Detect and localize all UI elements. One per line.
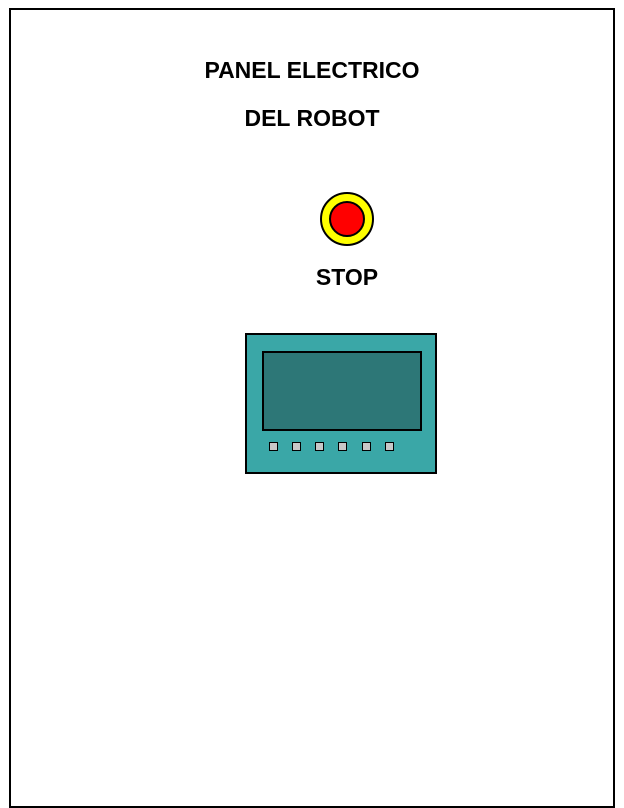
hmi-key-5[interactable] bbox=[362, 442, 371, 451]
panel-title-line-1: PANEL ELECTRICO bbox=[204, 57, 420, 83]
hmi-key-1[interactable] bbox=[269, 442, 278, 451]
hmi-terminal bbox=[245, 333, 437, 474]
hmi-key-6[interactable] bbox=[385, 442, 394, 451]
hmi-keypad bbox=[269, 442, 419, 452]
emergency-stop-core[interactable] bbox=[329, 201, 365, 237]
panel-title-line-2: DEL ROBOT bbox=[244, 105, 380, 131]
hmi-key-4[interactable] bbox=[338, 442, 347, 451]
stop-label: STOP bbox=[315, 264, 379, 290]
emergency-stop-button[interactable] bbox=[320, 192, 374, 246]
hmi-key-2[interactable] bbox=[292, 442, 301, 451]
hmi-key-3[interactable] bbox=[315, 442, 324, 451]
hmi-screen[interactable] bbox=[262, 351, 422, 431]
